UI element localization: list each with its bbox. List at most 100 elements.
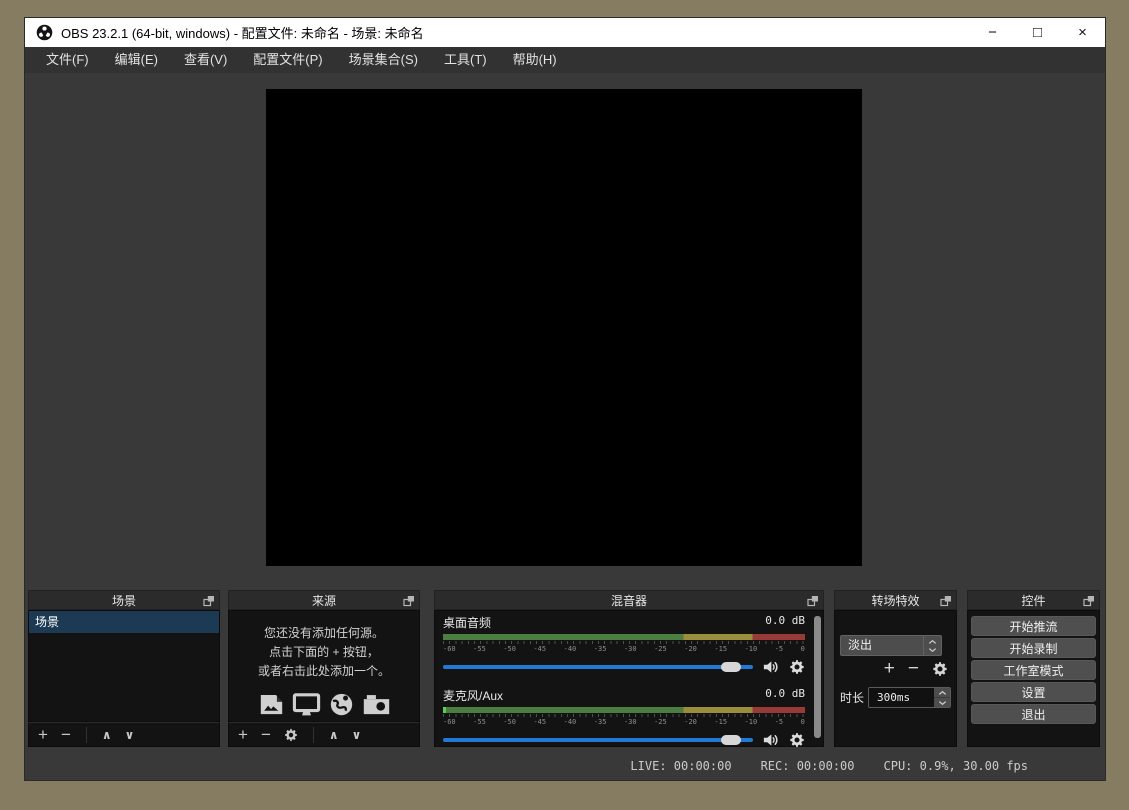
transition-duration-row: 时长 300ms	[840, 687, 951, 708]
toolbar-separator	[86, 727, 87, 743]
transition-properties-icon[interactable]	[932, 661, 948, 677]
add-source-button[interactable]: +	[238, 726, 248, 743]
volume-slider[interactable]	[443, 665, 753, 669]
cpu-fps: CPU: 0.9%, 30.00 fps	[884, 759, 1029, 773]
scale-tick: -60	[443, 718, 456, 726]
float-panel-icon[interactable]	[1083, 595, 1095, 607]
scale-tick: -45	[533, 645, 546, 653]
scale-tick: 0	[801, 718, 805, 726]
transition-select-spinner[interactable]	[923, 636, 941, 655]
mixer-panel-header[interactable]: 混音器	[434, 590, 824, 610]
settings-button[interactable]: 设置	[971, 682, 1096, 702]
move-source-up-button[interactable]: ∧	[329, 728, 339, 742]
duration-spinbox[interactable]: 300ms	[868, 687, 951, 708]
float-panel-icon[interactable]	[203, 595, 215, 607]
scale-tick: -40	[564, 645, 577, 653]
duration-spin-buttons	[934, 688, 950, 707]
mixer-settings-icon[interactable]	[789, 732, 805, 748]
scene-list[interactable]: 场景	[28, 610, 220, 722]
mixer-channel-name: 麦克风/Aux	[443, 687, 503, 704]
sources-empty-line: 点击下面的 + 按钮，	[229, 643, 419, 662]
transition-select[interactable]: 淡出	[840, 635, 942, 656]
source-properties-icon[interactable]	[284, 728, 298, 742]
float-panel-icon[interactable]	[807, 595, 819, 607]
mixer-settings-icon[interactable]	[789, 659, 805, 675]
transitions-panel-title: 转场特效	[871, 592, 919, 609]
scale-tick: -40	[564, 718, 577, 726]
add-transition-button[interactable]: +	[884, 659, 895, 678]
scale-tick: -15	[714, 718, 727, 726]
controls-panel-header[interactable]: 控件	[967, 590, 1100, 610]
controls-buttons: 开始推流开始录制工作室模式设置退出	[967, 610, 1100, 747]
scenes-panel-header[interactable]: 场景	[28, 590, 220, 610]
float-panel-icon[interactable]	[403, 595, 415, 607]
window-controls: − □ ×	[970, 18, 1105, 47]
scale-tick: -20	[684, 718, 697, 726]
scenes-toolbar: + − ∧ ∨	[28, 722, 220, 747]
toolbar-separator	[313, 727, 314, 743]
menu-item[interactable]: 配置文件(P)	[240, 47, 335, 73]
remove-transition-button[interactable]: −	[908, 659, 919, 678]
remove-scene-button[interactable]: −	[61, 726, 71, 743]
menu-item[interactable]: 查看(V)	[171, 47, 240, 73]
exit-button[interactable]: 退出	[971, 704, 1096, 724]
remove-source-button[interactable]: −	[261, 726, 271, 743]
duration-increase-button[interactable]	[934, 688, 950, 697]
studio-mode-button[interactable]: 工作室模式	[971, 660, 1096, 680]
minimize-button[interactable]: −	[970, 18, 1015, 47]
transition-tools: + −	[884, 659, 948, 678]
display-source-icon	[292, 690, 321, 719]
obs-window: OBS 23.2.1 (64-bit, windows) - 配置文件: 未命名…	[25, 18, 1105, 780]
move-scene-up-button[interactable]: ∧	[102, 728, 112, 742]
sources-panel: 来源 您还没有添加任何源。点击下面的 + 按钮，或者右击此处添加一个。 + − …	[228, 590, 420, 747]
move-scene-down-button[interactable]: ∨	[125, 728, 135, 742]
scale-tick: -60	[443, 645, 456, 653]
start-streaming-button[interactable]: 开始推流	[971, 616, 1096, 636]
volume-slider-handle[interactable]	[721, 735, 741, 745]
statusbar: LIVE: 00:00:00 REC: 00:00:00 CPU: 0.9%, …	[25, 755, 1105, 777]
transitions-panel: 转场特效 淡出 + − 时长 300ms	[834, 590, 957, 747]
mixer-scrollbar[interactable]	[814, 616, 821, 738]
float-panel-icon[interactable]	[940, 595, 952, 607]
mixer-body: 桌面音频0.0 dB-60-55-50-45-40-35-30-25-20-15…	[434, 610, 824, 747]
meter-tickmarks	[443, 641, 805, 644]
preview-canvas[interactable]	[266, 89, 862, 566]
speaker-icon[interactable]	[762, 731, 780, 749]
scale-tick: -20	[684, 645, 697, 653]
menu-item[interactable]: 文件(F)	[33, 47, 102, 73]
mixer-channel-level: 0.0 dB	[765, 687, 805, 704]
scene-list-item[interactable]: 场景	[29, 611, 219, 633]
menu-item[interactable]: 场景集合(S)	[336, 47, 431, 73]
speaker-icon[interactable]	[762, 658, 780, 676]
transitions-body: 淡出 + − 时长 300ms	[834, 610, 957, 747]
controls-panel: 控件 开始推流开始录制工作室模式设置退出	[967, 590, 1100, 747]
mixer-channel: 麦克风/Aux0.0 dB-60-55-50-45-40-35-30-25-20…	[435, 684, 823, 749]
menu-item[interactable]: 编辑(E)	[102, 47, 171, 73]
add-scene-button[interactable]: +	[38, 726, 48, 743]
titlebar[interactable]: OBS 23.2.1 (64-bit, windows) - 配置文件: 未命名…	[25, 18, 1105, 47]
meter-tickmarks	[443, 714, 805, 717]
scale-tick: 0	[801, 645, 805, 653]
image-source-icon	[258, 691, 285, 718]
mixer-panel-title: 混音器	[611, 592, 647, 609]
sources-panel-header[interactable]: 来源	[228, 590, 420, 610]
scale-tick: -50	[503, 718, 516, 726]
obs-logo-icon	[36, 24, 53, 41]
close-button[interactable]: ×	[1060, 18, 1105, 47]
menu-item[interactable]: 工具(T)	[431, 47, 500, 73]
volume-slider-handle[interactable]	[721, 662, 741, 672]
meter-scale: -60-55-50-45-40-35-30-25-20-15-10-50	[443, 718, 805, 726]
start-recording-button[interactable]: 开始录制	[971, 638, 1096, 658]
transitions-panel-header[interactable]: 转场特效	[834, 590, 957, 610]
source-type-icons	[229, 690, 419, 719]
duration-label: 时长	[840, 689, 864, 706]
menu-item[interactable]: 帮助(H)	[500, 47, 570, 73]
duration-decrease-button[interactable]	[934, 697, 950, 707]
duration-value[interactable]: 300ms	[869, 688, 934, 707]
rec-time: REC: 00:00:00	[761, 759, 855, 773]
sources-empty-area[interactable]: 您还没有添加任何源。点击下面的 + 按钮，或者右击此处添加一个。	[228, 610, 420, 722]
volume-slider[interactable]	[443, 738, 753, 742]
move-source-down-button[interactable]: ∨	[352, 728, 362, 742]
transition-select-value: 淡出	[841, 636, 923, 655]
maximize-button[interactable]: □	[1015, 18, 1060, 47]
